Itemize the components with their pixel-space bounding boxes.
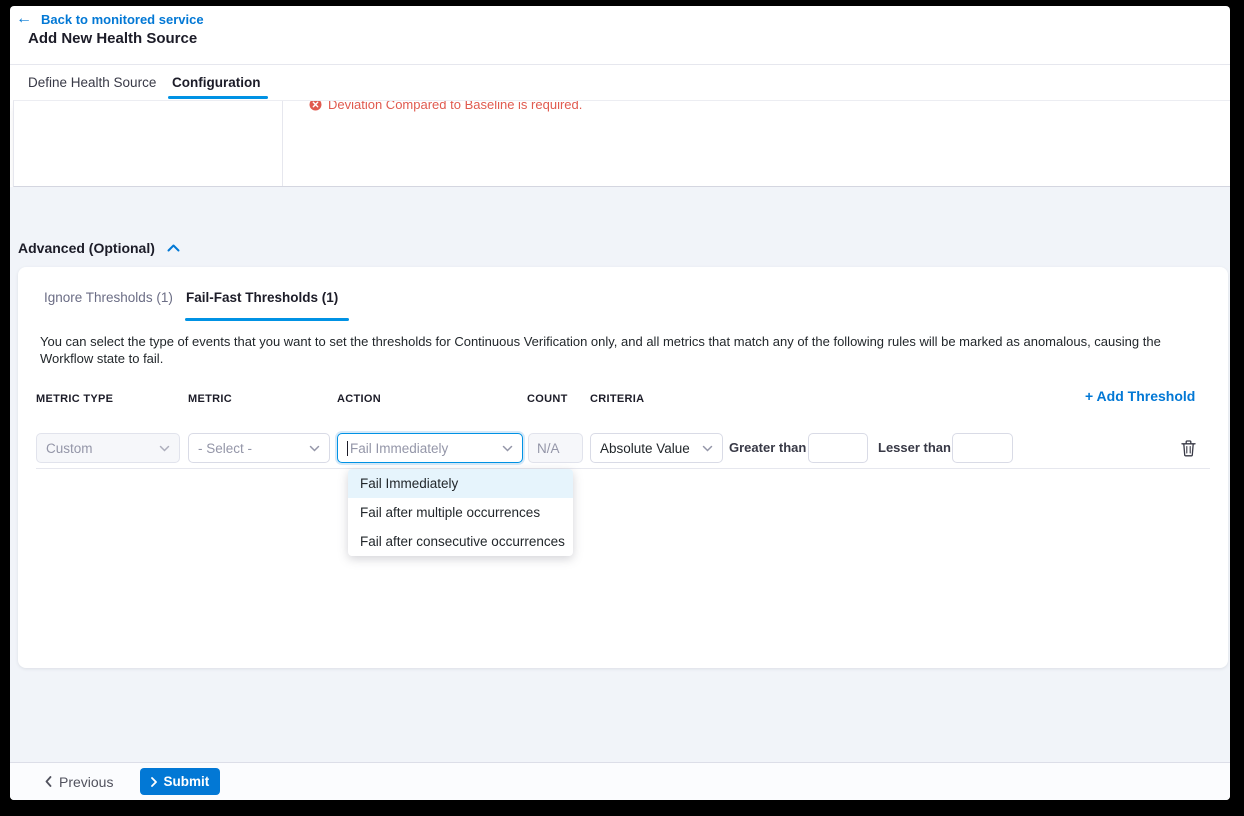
submit-button[interactable]: Submit <box>140 768 220 795</box>
tab-define-health-source[interactable]: Define Health Source <box>28 75 156 90</box>
main-tabbar: Define Health Source Configuration <box>10 65 1230 100</box>
page-title: Add New Health Source <box>28 30 197 47</box>
tab-fail-fast-thresholds[interactable]: Fail-Fast Thresholds (1) <box>186 290 338 305</box>
previous-button[interactable]: Previous <box>45 774 113 790</box>
validation-error: Deviation Compared to Baseline is requir… <box>309 100 582 112</box>
error-icon <box>309 100 322 111</box>
thresholds-description: You can select the type of events that y… <box>40 333 1161 367</box>
chevron-up-icon[interactable] <box>167 244 180 252</box>
panel-vertical-divider <box>282 101 283 186</box>
advanced-section-label: Advanced (Optional) <box>18 240 155 256</box>
column-header-metric: METRIC <box>188 393 232 405</box>
criteria-select[interactable]: Absolute Value <box>590 433 723 463</box>
count-input[interactable] <box>528 433 583 463</box>
add-health-source-dialog: ← Back to monitored service Add New Heal… <box>10 6 1230 800</box>
action-dropdown-menu: Fail Immediately Fail after multiple occ… <box>348 469 573 556</box>
metric-type-value: Custom <box>46 441 93 456</box>
back-link[interactable]: ← Back to monitored service <box>16 11 204 27</box>
action-select[interactable]: Fail Immediately <box>337 433 523 463</box>
footer-bar: Previous Submit <box>10 762 1230 800</box>
delete-threshold-button[interactable] <box>1178 438 1198 458</box>
submit-button-label: Submit <box>163 774 209 789</box>
tab-configuration[interactable]: Configuration <box>172 75 260 90</box>
menu-item-fail-after-consecutive[interactable]: Fail after consecutive occurrences <box>348 527 573 556</box>
lesser-than-input[interactable] <box>952 433 1013 463</box>
column-header-metric-type: METRIC TYPE <box>36 393 113 405</box>
chevron-left-icon <box>45 776 52 787</box>
description-line-2: Workflow state to fail. <box>40 350 1161 367</box>
menu-item-fail-immediately[interactable]: Fail Immediately <box>348 469 573 498</box>
trash-icon <box>1181 440 1196 457</box>
greater-than-input[interactable] <box>808 433 868 463</box>
chevron-down-icon <box>702 445 713 452</box>
metric-value: - Select - <box>198 441 252 456</box>
active-tab-underline <box>168 96 268 99</box>
back-link-label[interactable]: Back to monitored service <box>41 12 204 27</box>
greater-than-label: Greater than <box>729 440 806 455</box>
advanced-section-toggle[interactable]: Advanced (Optional) <box>18 240 180 256</box>
lesser-than-label: Lesser than <box>878 440 951 455</box>
metric-select[interactable]: - Select - <box>188 433 330 463</box>
menu-item-fail-after-multiple[interactable]: Fail after multiple occurrences <box>348 498 573 527</box>
card-active-tab-underline <box>185 318 349 321</box>
criteria-value: Absolute Value <box>600 441 690 456</box>
text-cursor <box>347 441 348 456</box>
previous-button-label: Previous <box>59 774 113 790</box>
description-line-1: You can select the type of events that y… <box>40 333 1161 350</box>
row-separator <box>36 468 1210 469</box>
column-header-count: COUNT <box>527 393 568 405</box>
chevron-down-icon <box>309 445 320 452</box>
configuration-panel: Deviation Compared to Baseline is requir… <box>13 100 1230 187</box>
metric-type-select[interactable]: Custom <box>36 433 180 463</box>
add-threshold-button[interactable]: + Add Threshold <box>1085 388 1195 404</box>
chevron-right-icon <box>151 777 157 787</box>
action-value: Fail Immediately <box>350 441 448 456</box>
column-header-action: ACTION <box>337 393 381 405</box>
column-header-criteria: CRITERIA <box>590 393 644 405</box>
chevron-down-icon <box>159 445 170 452</box>
chevron-down-icon <box>502 445 513 452</box>
tab-ignore-thresholds[interactable]: Ignore Thresholds (1) <box>44 290 173 305</box>
error-message: Deviation Compared to Baseline is requir… <box>328 100 582 112</box>
thresholds-card: Ignore Thresholds (1) Fail-Fast Threshol… <box>18 267 1228 668</box>
arrow-left-icon: ← <box>16 11 32 27</box>
